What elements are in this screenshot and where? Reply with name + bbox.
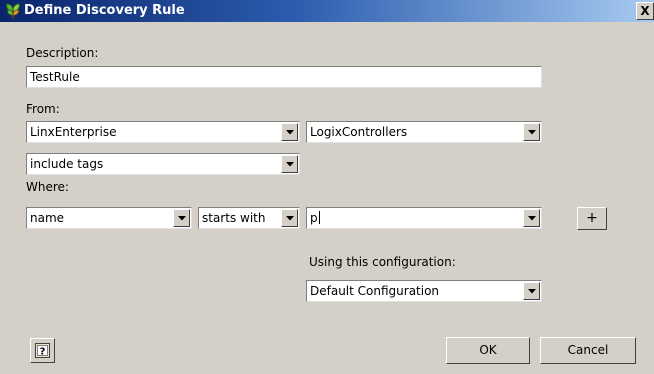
where-label: Where: [26, 180, 69, 194]
from-label: From: [26, 102, 60, 116]
add-condition-button[interactable]: + [577, 207, 607, 230]
operator-dropdown[interactable]: starts with [198, 207, 300, 229]
chevron-down-icon[interactable] [523, 123, 540, 141]
match-value-input[interactable]: p [310, 211, 318, 225]
include-dropdown[interactable]: include tags [26, 153, 300, 175]
close-button[interactable]: X [636, 2, 654, 20]
source-dropdown[interactable]: LinxEnterprise [26, 121, 300, 143]
chevron-down-icon[interactable] [281, 155, 298, 173]
help-button[interactable]: ? [30, 338, 55, 363]
title-bar: Define Discovery Rule X [0, 0, 654, 22]
chevron-down-icon[interactable] [281, 209, 298, 227]
description-label: Description: [26, 46, 99, 60]
text-caret [318, 211, 320, 224]
description-input[interactable]: TestRule [26, 66, 542, 88]
configuration-label: Using this configuration: [309, 255, 456, 269]
window-title: Define Discovery Rule [24, 3, 185, 18]
plant-icon [4, 2, 22, 20]
svg-text:?: ? [40, 347, 46, 358]
cancel-button[interactable]: Cancel [540, 337, 636, 364]
field-dropdown[interactable]: name [26, 207, 192, 229]
configuration-dropdown[interactable]: Default Configuration [306, 280, 542, 302]
match-value-combo[interactable]: p [306, 207, 542, 229]
field-dropdown-value: name [30, 211, 65, 225]
chevron-down-icon[interactable] [523, 209, 540, 227]
help-icon: ? [35, 343, 50, 361]
match-value-text: p [310, 211, 519, 225]
chevron-down-icon[interactable] [523, 282, 540, 300]
chevron-down-icon[interactable] [173, 209, 190, 227]
target-dropdown-value: LogixControllers [310, 125, 408, 139]
source-dropdown-value: LinxEnterprise [30, 125, 117, 139]
ok-button[interactable]: OK [446, 337, 530, 364]
target-dropdown[interactable]: LogixControllers [306, 121, 542, 143]
include-dropdown-value: include tags [30, 157, 104, 171]
operator-dropdown-value: starts with [202, 211, 266, 225]
chevron-down-icon[interactable] [281, 123, 298, 141]
configuration-dropdown-value: Default Configuration [310, 284, 440, 298]
